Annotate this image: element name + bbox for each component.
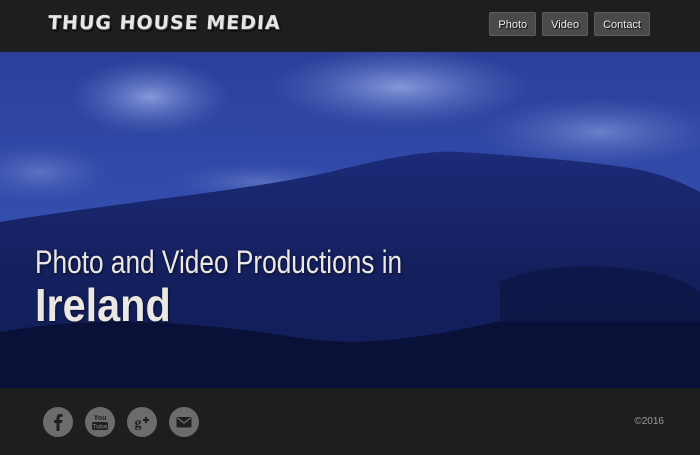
main-nav: Photo Video Contact [489, 12, 650, 36]
hero-headline: Photo and Video Productions in Ireland [35, 244, 483, 329]
svg-text:You: You [94, 415, 107, 422]
youtube-icon[interactable]: You Tube [85, 407, 115, 437]
social-links: You Tube g [43, 407, 199, 437]
nav-contact-button[interactable]: Contact [594, 12, 650, 36]
svg-text:g: g [135, 416, 142, 431]
copyright-text: ©2016 [634, 416, 664, 427]
hero-landscape-image [0, 52, 700, 388]
hero-headline-line1: Photo and Video Productions in [35, 244, 403, 280]
facebook-icon[interactable] [43, 407, 73, 437]
site-logo[interactable]: THUG HOUSE MEDIA [47, 12, 281, 34]
top-bar: THUG HOUSE MEDIA Photo Video Contact [0, 0, 700, 52]
nav-photo-button[interactable]: Photo [489, 12, 537, 36]
hero-headline-line2: Ireland [35, 279, 171, 331]
hero-banner: Photo and Video Productions in Ireland [0, 52, 700, 388]
svg-text:Tube: Tube [92, 424, 107, 431]
footer: You Tube g ©2016 [0, 388, 700, 455]
google-plus-icon[interactable]: g [127, 407, 157, 437]
email-icon[interactable] [169, 407, 199, 437]
nav-video-button[interactable]: Video [542, 12, 589, 36]
